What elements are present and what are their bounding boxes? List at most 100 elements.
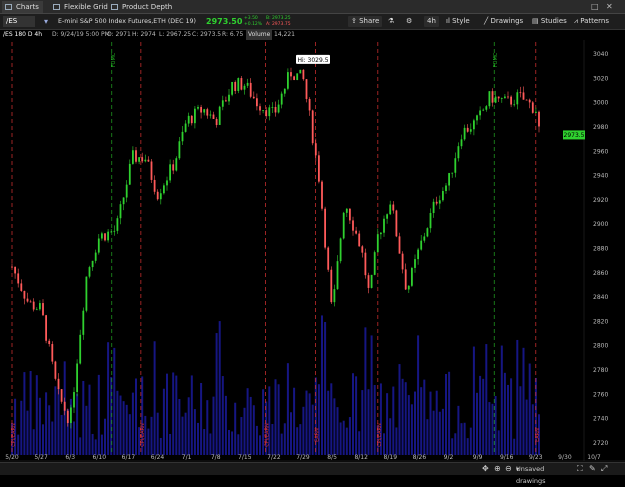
event-marker-label: CPI/EARN	[265, 423, 271, 447]
volume-bar	[367, 389, 370, 455]
volume-bar	[370, 335, 373, 455]
volume-bar	[91, 433, 94, 455]
volume-bar	[122, 401, 125, 455]
gear-icon[interactable]: ⚙	[406, 16, 412, 27]
volume-bar	[200, 382, 203, 455]
price-tick-label: 2980	[593, 124, 608, 131]
volume-bar	[386, 393, 389, 455]
time-tick-label: 10/7	[587, 454, 601, 461]
candle-body	[500, 98, 503, 99]
candle-body	[144, 159, 147, 162]
style-label: Style	[452, 17, 470, 25]
tab-flexible-grid[interactable]: Flexible Grid	[50, 1, 112, 13]
last-price: 2973.50	[206, 17, 243, 26]
candle-body	[535, 111, 537, 113]
candle-body	[156, 191, 159, 200]
volume-bar	[345, 427, 348, 455]
style-button[interactable]: ıl Style	[446, 16, 470, 27]
candle-body	[525, 99, 528, 101]
tab-charts[interactable]: Charts	[2, 1, 43, 13]
time-tick-label: 8/5	[327, 454, 337, 461]
drawing-tools-icon[interactable]: ✎	[589, 463, 596, 475]
time-tick-label: 7/8	[211, 454, 221, 461]
price-tick-label: 2760	[593, 391, 608, 398]
candle-body	[82, 310, 85, 335]
candle-body	[448, 173, 450, 186]
tab-product-depth[interactable]: Product Depth	[108, 1, 176, 13]
candle-body	[66, 410, 69, 424]
share-button[interactable]: ⇪ Share	[348, 16, 383, 27]
zoom-out-icon[interactable]: ⊖	[505, 463, 512, 475]
volume-bar	[280, 433, 283, 455]
time-axis[interactable]: 5/20 5/27 6/3 6/10 6/17 6/24 7/1 7/8 7/15 7/22 7/2…	[0, 454, 625, 462]
fit-icon[interactable]: ⤢	[601, 463, 607, 475]
zoom-in-icon[interactable]: ⊕	[494, 463, 501, 475]
candle-body	[218, 106, 221, 125]
bar-range: R: 6.75	[222, 31, 244, 38]
volume-bar	[234, 402, 237, 455]
candle-body	[29, 301, 32, 303]
price-axis[interactable]: 3040 3020 3000 2980 2960 2940 2920 2900 2880 2860…	[583, 40, 608, 461]
candle-body	[225, 100, 227, 102]
drawings-button[interactable]: ╱ Drawings	[484, 16, 523, 27]
time-tick-label: 7/22	[267, 454, 281, 461]
studies-button[interactable]: ▤ Studies	[532, 16, 567, 27]
candle-body	[504, 96, 506, 99]
candle-body	[429, 213, 432, 229]
candle-body	[463, 127, 466, 140]
volume-bar	[51, 421, 54, 455]
volume-bar	[153, 341, 156, 455]
candle-body	[262, 110, 264, 111]
event-marker-label: CPI/EARN	[11, 423, 17, 447]
volume-bar	[432, 410, 435, 455]
volume-bar	[175, 375, 178, 455]
tab-label: Product Depth	[122, 3, 173, 11]
candle-body	[249, 82, 252, 97]
candle-body	[460, 139, 463, 147]
candle-body	[373, 252, 376, 275]
pan-icon[interactable]: ✥	[482, 463, 489, 475]
price-chart[interactable]: CPI/EARN FOMC CPI/EARN CPI/EARN EARN CPI/EARN…	[0, 40, 625, 462]
volume-bar	[497, 430, 500, 455]
price-tick-label: 3000	[593, 100, 608, 107]
symbol-input[interactable]: /ES	[3, 16, 35, 27]
close-icon[interactable]: ✕	[606, 2, 613, 11]
candle-body	[252, 96, 255, 99]
candle-body	[407, 285, 410, 290]
candle-body	[187, 115, 190, 124]
drawing-lock-icon[interactable]: ⛶	[577, 463, 583, 475]
candle-body	[361, 246, 364, 253]
volume-bar	[296, 427, 299, 455]
volume-bar	[392, 386, 395, 455]
volume-bar	[26, 410, 29, 455]
candle-body	[125, 184, 128, 198]
depth-icon	[111, 4, 118, 10]
flask-icon[interactable]: ⚗	[388, 16, 394, 27]
candle-body	[445, 185, 447, 192]
candle-body	[268, 107, 271, 117]
restore-icon[interactable]: □	[591, 2, 599, 11]
unsaved-drawings-button[interactable]: Unsaved drawings ▾	[516, 463, 546, 485]
time-tick-label: 9/2	[444, 454, 454, 461]
volume-bar	[116, 390, 119, 455]
time-tick-label: 9/30	[558, 454, 572, 461]
candle-body	[296, 73, 299, 81]
candle-body	[206, 109, 209, 116]
timeframe-button[interactable]: 4h	[424, 16, 439, 27]
volume-bar	[482, 378, 485, 455]
candle-body	[54, 361, 57, 379]
volume-bar	[355, 376, 358, 455]
candle-body	[113, 230, 116, 232]
candle-body	[215, 118, 218, 125]
candle-body	[476, 115, 478, 121]
patterns-button[interactable]: ⩘ Patterns	[574, 16, 609, 27]
volume-bar	[150, 416, 153, 455]
candle-body	[107, 231, 109, 241]
candle-body	[411, 267, 413, 286]
volume-bar	[522, 347, 525, 455]
volume-bar	[162, 388, 165, 455]
volume-bar	[60, 414, 63, 455]
volume-bar	[29, 371, 32, 455]
link-icon[interactable]: ▾	[44, 16, 48, 27]
volume-bar	[494, 396, 497, 455]
